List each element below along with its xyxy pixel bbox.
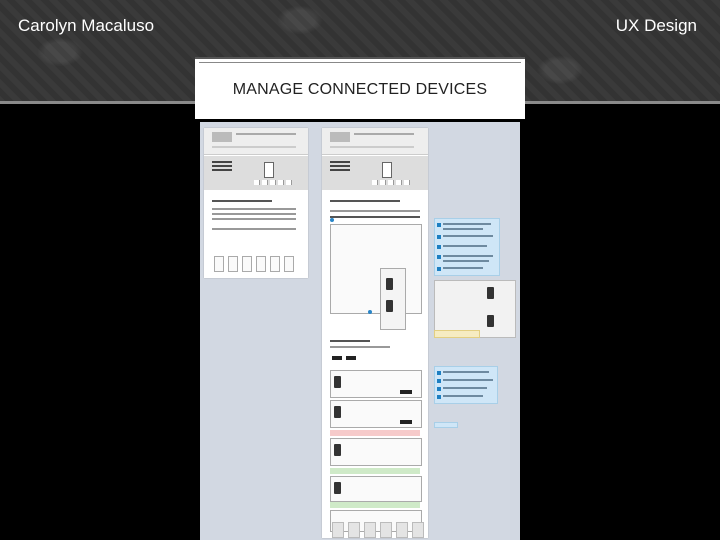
phone-icon bbox=[386, 300, 393, 312]
success-banner bbox=[330, 468, 420, 474]
tile bbox=[270, 256, 280, 272]
annotation-note bbox=[434, 366, 498, 404]
phone-icon bbox=[334, 376, 341, 388]
phone-icon bbox=[334, 406, 341, 418]
slide-title-box: MANAGE CONNECTED DEVICES bbox=[195, 57, 525, 119]
success-banner bbox=[330, 502, 420, 508]
wireframe-canvas bbox=[200, 122, 520, 540]
tab-placeholder bbox=[380, 522, 392, 538]
phone-icon bbox=[334, 444, 341, 456]
hero-section bbox=[322, 156, 428, 190]
hero-section bbox=[204, 156, 308, 190]
logo-placeholder bbox=[212, 132, 232, 142]
tile bbox=[284, 256, 294, 272]
wireframe-header bbox=[204, 128, 308, 155]
button-placeholder bbox=[400, 390, 412, 394]
phone-icon bbox=[386, 278, 393, 290]
slide-title: MANAGE CONNECTED DEVICES bbox=[232, 81, 488, 98]
annotation-dot bbox=[368, 310, 372, 314]
annotation-note bbox=[434, 422, 458, 428]
tile bbox=[228, 256, 238, 272]
tab-placeholder bbox=[412, 522, 424, 538]
tile bbox=[256, 256, 266, 272]
annotation-dot bbox=[330, 218, 334, 222]
button-placeholder bbox=[346, 356, 356, 360]
error-banner bbox=[330, 430, 420, 436]
tile bbox=[242, 256, 252, 272]
tab-placeholder bbox=[396, 522, 408, 538]
tab-placeholder bbox=[364, 522, 376, 538]
wireframe-detail bbox=[322, 128, 428, 538]
tab-placeholder bbox=[348, 522, 360, 538]
topic-label: UX Design bbox=[615, 16, 697, 35]
phone-icon bbox=[487, 315, 494, 327]
tile bbox=[214, 256, 224, 272]
device-row bbox=[330, 476, 422, 502]
yellow-note bbox=[434, 330, 480, 338]
annotation-note bbox=[434, 218, 500, 276]
wireframe-overview bbox=[204, 128, 308, 278]
phone-icon bbox=[334, 482, 341, 494]
tab-placeholder bbox=[332, 522, 344, 538]
phone-icon bbox=[487, 287, 494, 299]
device-list bbox=[330, 224, 422, 314]
author-name: Carolyn Macaluso bbox=[18, 16, 155, 35]
wireframe-header bbox=[322, 128, 428, 155]
device-icon bbox=[382, 162, 392, 178]
device-dropdown bbox=[380, 268, 406, 330]
logo-placeholder bbox=[330, 132, 350, 142]
device-icon bbox=[264, 162, 274, 178]
device-row bbox=[330, 438, 422, 466]
button-placeholder bbox=[400, 420, 412, 424]
button-placeholder bbox=[332, 356, 342, 360]
